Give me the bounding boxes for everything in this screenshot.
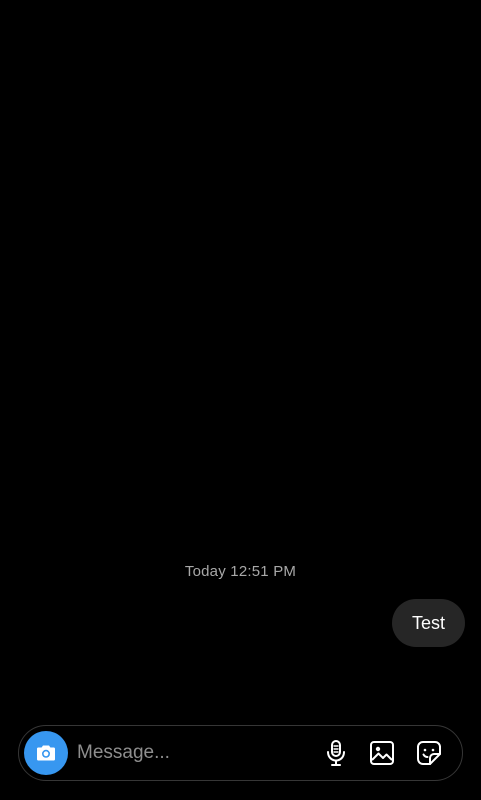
sticker-icon <box>415 739 443 767</box>
sent-message-bubble[interactable]: Test <box>391 599 465 647</box>
voice-message-button[interactable] <box>322 739 350 767</box>
camera-button[interactable] <box>24 731 68 775</box>
camera-icon <box>34 741 58 765</box>
sticker-button[interactable] <box>415 739 443 767</box>
message-composer <box>18 725 463 781</box>
gallery-button[interactable] <box>368 739 396 767</box>
image-icon <box>369 740 395 766</box>
message-input[interactable] <box>77 736 307 770</box>
microphone-icon <box>323 739 349 767</box>
chat-thread[interactable]: Today 12:51 PM Test <box>0 0 481 712</box>
message-timestamp: Today 12:51 PM <box>184 563 297 580</box>
